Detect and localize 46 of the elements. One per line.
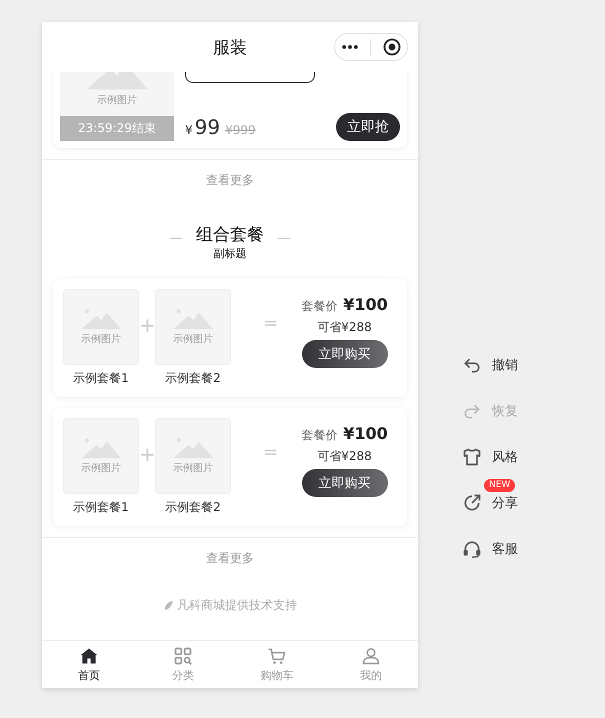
section-subtitle: 副标题 bbox=[214, 246, 246, 261]
leaf-icon bbox=[163, 600, 174, 611]
plus-sign: + bbox=[139, 313, 155, 337]
product-name: 示例套餐2 bbox=[165, 499, 221, 516]
page-title: 服装 bbox=[213, 36, 247, 58]
grab-button[interactable]: 立即抢 bbox=[336, 113, 400, 141]
equals-sign: = bbox=[263, 442, 278, 463]
buy-button[interactable]: 立即购买 bbox=[302, 340, 388, 368]
bundle-price: ¥100 bbox=[343, 424, 388, 443]
equals-sign: = bbox=[263, 313, 278, 334]
menu-item[interactable]: 分享 bbox=[492, 494, 518, 512]
target-icon[interactable] bbox=[382, 37, 402, 57]
image-caption: 示例图片 bbox=[173, 332, 213, 346]
grid-icon bbox=[173, 646, 193, 666]
share-icon[interactable] bbox=[462, 493, 482, 513]
image-caption: 示例图片 bbox=[97, 94, 137, 108]
buy-button[interactable]: 立即购买 bbox=[302, 469, 388, 497]
tab-item[interactable]: 首页 bbox=[42, 641, 136, 688]
product-name: 示例套餐2 bbox=[165, 370, 221, 387]
menu-item[interactable]: 风格 bbox=[492, 448, 518, 466]
bundle-price: ¥100 bbox=[343, 295, 388, 314]
savings-text: 可省¥288 bbox=[317, 448, 372, 465]
currency-symbol: ¥ bbox=[185, 123, 193, 137]
price-label: 套餐价 bbox=[301, 298, 338, 315]
menu-item[interactable]: 客服 bbox=[492, 540, 518, 558]
plus-sign: + bbox=[139, 442, 155, 466]
menu-item[interactable]: 撤销 bbox=[492, 356, 518, 374]
home-icon bbox=[79, 646, 99, 666]
countdown-label: 23:59:29结束 bbox=[60, 116, 174, 141]
cart-icon bbox=[267, 646, 287, 666]
sale-price: 99 bbox=[194, 115, 220, 139]
support-text: 凡科商城提供技术支持 bbox=[177, 597, 297, 614]
new-badge: NEW bbox=[484, 479, 516, 492]
person-icon bbox=[361, 646, 381, 666]
section-title: 组合套餐 bbox=[196, 224, 264, 246]
image-caption: 示例图片 bbox=[81, 462, 121, 476]
product-name: 示例套餐1 bbox=[73, 499, 129, 516]
image-caption: 示例图片 bbox=[173, 462, 213, 476]
shirt-icon[interactable] bbox=[462, 447, 482, 467]
image-caption: 示例图片 bbox=[81, 332, 121, 346]
capsule-menu[interactable] bbox=[334, 33, 408, 61]
price-label: 套餐价 bbox=[301, 427, 338, 444]
original-price: ¥999 bbox=[225, 123, 256, 137]
headset-icon[interactable] bbox=[462, 539, 482, 559]
product-name: 示例套餐1 bbox=[73, 370, 129, 387]
savings-text: 可省¥288 bbox=[317, 319, 372, 336]
